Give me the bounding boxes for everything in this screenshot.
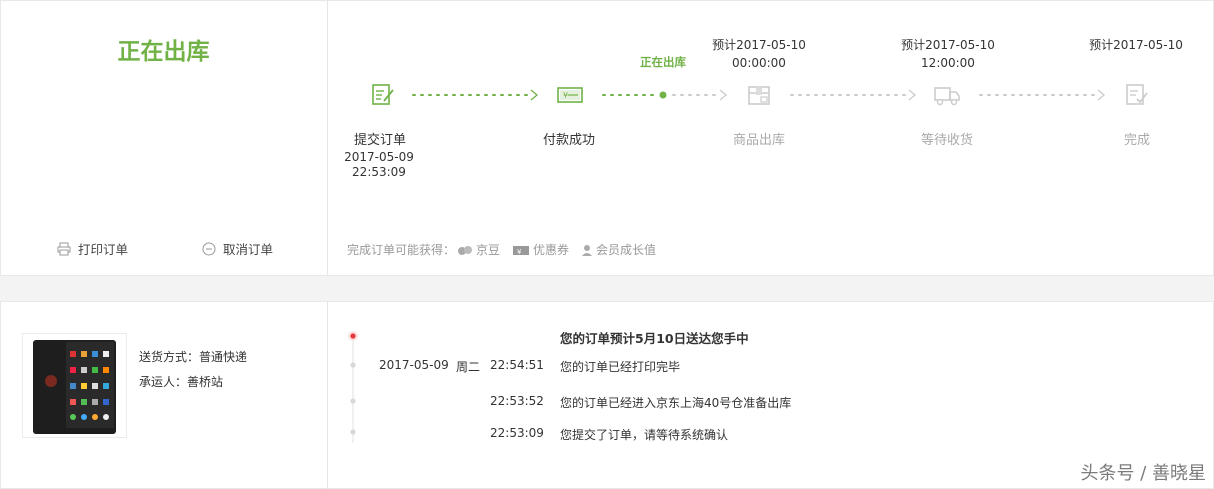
benefit-label: 优惠券 (533, 243, 570, 257)
delivery-truck-icon (933, 82, 960, 108)
delivery-headline: 您的订单预计5月10日送达您手中 (560, 331, 749, 346)
benefits-prefix: 完成订单可能获得： (347, 243, 456, 257)
event-message: 您提交了订单，请等待系统确认 (560, 428, 729, 442)
benefit-member[interactable]: 会员成长值 (581, 241, 656, 258)
step-timestamp: 2017-05-09 22:53:09 (319, 150, 439, 180)
payment-card-icon: ¥ (556, 82, 583, 108)
step-time: 22:53:09 (352, 165, 406, 179)
event-time: 22:54:51 (490, 358, 544, 372)
carrier-info: 承运人：善桥站 (139, 375, 224, 389)
event-date: 2017-05-09 (379, 358, 449, 372)
step-name: 等待收货 (920, 133, 973, 148)
event-time: 22:53:09 (490, 426, 544, 440)
benefit-label: 会员成长值 (596, 243, 657, 257)
event-time: 22:53:52 (490, 394, 544, 408)
package-box-icon (746, 82, 772, 108)
smartphone-icon (33, 340, 116, 434)
svg-text:¥: ¥ (563, 91, 568, 100)
watermark: 头条号 / 善晓星 (1080, 463, 1206, 484)
benefits-bar: 完成订单可能获得： 京豆 ¥ 优惠券 会员成长值 (347, 241, 656, 258)
edit-document-icon (370, 82, 396, 108)
step-name: 商品出库 (732, 133, 785, 148)
delivery-method: 送货方式：普通快递 (139, 350, 248, 364)
tracking-timeline (348, 331, 358, 443)
coupon-icon: ¥ (513, 245, 530, 256)
checklist-icon (1124, 82, 1150, 108)
step-name: 提交订单 (353, 133, 406, 148)
step-name: 付款成功 (542, 133, 595, 148)
member-icon (582, 244, 593, 256)
event-message: 您的订单已经打印完毕 (560, 360, 681, 374)
benefit-coupon[interactable]: ¥ 优惠券 (512, 241, 569, 258)
step-date: 2017-05-09 (344, 150, 414, 164)
event-weekday: 周二 (456, 360, 481, 374)
benefit-bean[interactable]: 京豆 (457, 241, 500, 258)
benefit-label: 京豆 (476, 243, 501, 257)
event-message: 您的订单已经进入京东上海40号仓准备出库 (560, 396, 792, 410)
svg-text:¥: ¥ (517, 248, 522, 256)
product-thumbnail[interactable] (22, 333, 127, 438)
step-name: 完成 (1123, 133, 1150, 148)
bean-icon (458, 245, 473, 255)
shipment-divider (327, 302, 328, 489)
